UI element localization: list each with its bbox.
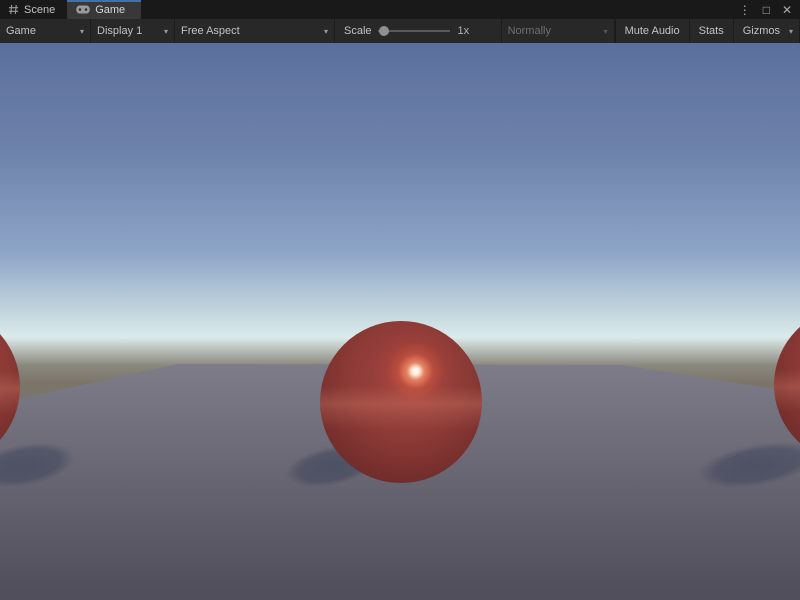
window-controls: ⋮ □ ✕ (739, 0, 800, 19)
display-dropdown[interactable]: Display 1 ▾ (91, 19, 175, 43)
mute-audio-button[interactable]: Mute Audio (615, 19, 689, 43)
gizmos-dropdown[interactable]: Gizmos ▾ (733, 19, 800, 43)
play-mode-dropdown[interactable]: Normally ▾ (501, 19, 615, 43)
close-icon[interactable]: ✕ (782, 4, 792, 16)
scale-label: Scale (344, 25, 372, 37)
mute-audio-label: Mute Audio (625, 25, 680, 37)
aspect-ratio-label: Free Aspect (181, 25, 240, 37)
tab-game[interactable]: Game (67, 0, 141, 19)
stats-label: Stats (699, 25, 724, 37)
toolbar-right-group: Normally ▾ Mute Audio Stats Gizmos ▾ (501, 19, 800, 43)
game-view-mode-dropdown[interactable]: Game ▾ (0, 19, 91, 43)
more-options-icon[interactable]: ⋮ (739, 4, 751, 16)
grid-icon (8, 4, 19, 15)
game-viewport[interactable] (0, 43, 800, 600)
play-mode-label: Normally (508, 25, 551, 37)
chevron-down-icon: ▾ (604, 27, 608, 36)
tab-scene[interactable]: Scene (0, 0, 67, 19)
tab-label-game: Game (95, 4, 125, 16)
chevron-down-icon: ▾ (789, 27, 793, 36)
game-view-toolbar: Game ▾ Display 1 ▾ Free Aspect ▾ Scale 1… (0, 19, 800, 43)
display-label: Display 1 (97, 25, 142, 37)
gamepad-icon (76, 5, 90, 14)
game-view-mode-label: Game (6, 25, 36, 37)
aspect-ratio-dropdown[interactable]: Free Aspect ▾ (175, 19, 335, 43)
scale-slider[interactable] (378, 24, 450, 38)
scale-slider-knob[interactable] (379, 26, 389, 36)
scale-control: Scale 1x (335, 19, 477, 43)
chevron-down-icon: ▾ (324, 27, 328, 36)
unity-game-window: Scene Game ⋮ □ ✕ Game ▾ Display 1 ▾ (0, 0, 800, 600)
scale-value: 1x (458, 25, 470, 37)
stats-button[interactable]: Stats (689, 19, 733, 43)
gizmos-label: Gizmos (743, 25, 780, 37)
red-sphere-center (320, 321, 482, 483)
chevron-down-icon: ▾ (164, 27, 168, 36)
maximize-icon[interactable]: □ (763, 4, 770, 16)
tab-strip: Scene Game ⋮ □ ✕ (0, 0, 800, 19)
tab-label-scene: Scene (24, 4, 55, 16)
chevron-down-icon: ▾ (80, 27, 84, 36)
